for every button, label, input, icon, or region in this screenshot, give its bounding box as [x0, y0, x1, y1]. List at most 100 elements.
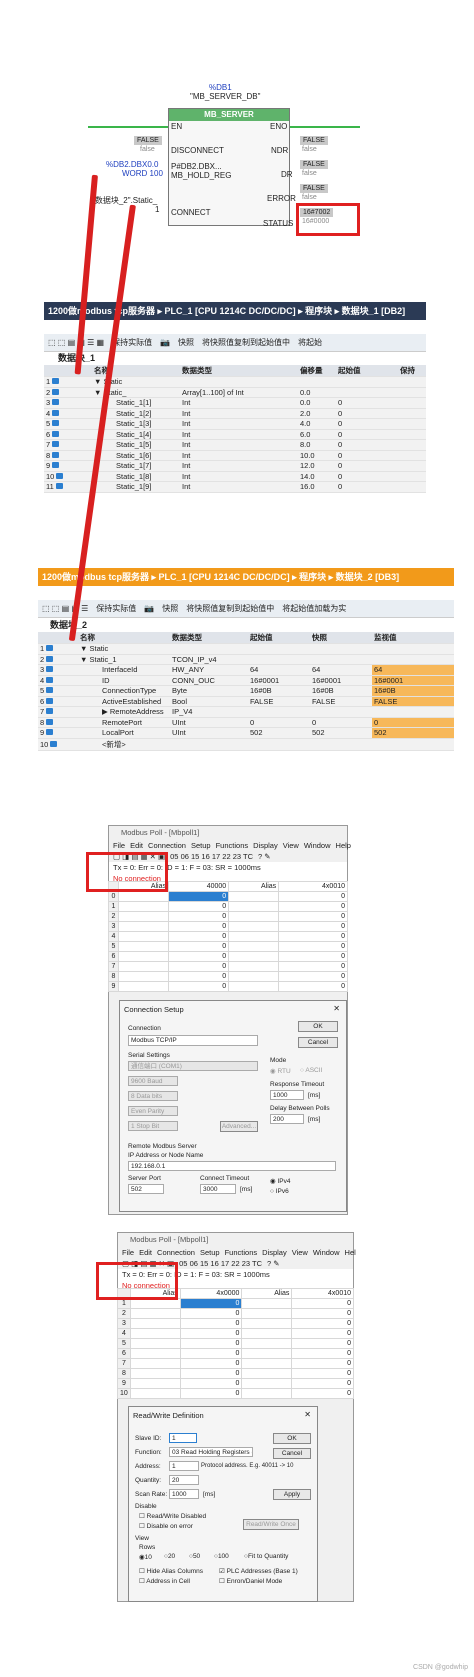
- db1-load-start-button[interactable]: 将起始: [298, 338, 322, 347]
- value-cell[interactable]: 0: [179, 1348, 243, 1359]
- table-row[interactable]: 3 InterfaceId HW_ANY 64 64 64: [38, 664, 454, 676]
- retain-checkbox[interactable]: [398, 439, 426, 451]
- value-cell[interactable]: 0: [278, 941, 348, 952]
- table-row[interactable]: 4 ID CONN_OUC 16#0001 16#0001 16#0001: [38, 675, 454, 686]
- poll2-function-codes[interactable]: 05 06 15 16 17 22 23 TC: [179, 1259, 262, 1268]
- alias-cell[interactable]: [241, 1298, 293, 1309]
- value-cell[interactable]: 0: [278, 951, 348, 962]
- rows-50-radio[interactable]: ○50: [189, 1553, 200, 1560]
- rw-disabled-checkbox[interactable]: ☐ Read/Write Disabled: [139, 1512, 206, 1520]
- alias-cell[interactable]: [241, 1388, 293, 1399]
- alias-cell[interactable]: [129, 1378, 181, 1389]
- table-row[interactable]: 0 0 0: [108, 891, 348, 902]
- menu-item[interactable]: File: [122, 1248, 134, 1257]
- response-timeout-input[interactable]: 1000: [270, 1090, 304, 1100]
- value-cell[interactable]: 0: [179, 1308, 243, 1319]
- alias-cell[interactable]: [241, 1358, 293, 1369]
- value-cell[interactable]: 0: [291, 1298, 354, 1309]
- value-cell[interactable]: 0: [291, 1378, 354, 1389]
- cancel-button[interactable]: Cancel: [273, 1448, 311, 1459]
- server-port-input[interactable]: 502: [128, 1184, 164, 1194]
- baud-select[interactable]: 9600 Baud: [128, 1076, 178, 1086]
- db1-toolbar[interactable]: ⬚ ⬚ ▤ ▤ ☰ ▦ 保持实际值 📷 快照 将快照值复制到起始值中 将起始: [44, 334, 426, 352]
- slave-id-input[interactable]: 1: [169, 1433, 197, 1443]
- rows-10-radio[interactable]: ◉10: [139, 1553, 152, 1561]
- advanced-button[interactable]: Advanced...: [220, 1121, 258, 1132]
- table-row[interactable]: 10 0 0: [117, 1388, 354, 1399]
- menu-item[interactable]: Setup: [191, 841, 211, 850]
- menu-item[interactable]: Edit: [139, 1248, 152, 1257]
- alias-cell[interactable]: [118, 931, 169, 942]
- value-cell[interactable]: 0: [278, 971, 348, 982]
- table-row[interactable]: 6 ActiveEstablished Bool FALSE FALSE FALSE: [38, 696, 454, 707]
- alias-cell[interactable]: [129, 1388, 181, 1399]
- alias-cell[interactable]: [118, 901, 169, 912]
- value-cell[interactable]: 0: [291, 1338, 354, 1349]
- retain-checkbox[interactable]: [398, 418, 426, 430]
- retain-checkbox[interactable]: [398, 471, 426, 482]
- address-input[interactable]: 1: [169, 1461, 199, 1471]
- db2-table[interactable]: 名称 数据类型 起始值 快照 监视值 1 ▼ Static 2 ▼ Static_1 TCO…: [38, 632, 454, 751]
- menu-item[interactable]: Display: [253, 841, 278, 850]
- table-row[interactable]: 5 0 0: [117, 1338, 354, 1349]
- table-row[interactable]: 3 0 0: [117, 1318, 354, 1329]
- connection-select[interactable]: Modbus TCP/IP: [128, 1035, 258, 1046]
- table-row[interactable]: 1 0 0: [117, 1298, 354, 1309]
- table-row[interactable]: 2 0 0: [117, 1308, 354, 1319]
- menu-item[interactable]: Display: [262, 1248, 287, 1257]
- value-cell[interactable]: 0: [167, 921, 230, 932]
- alias-cell[interactable]: [129, 1328, 181, 1339]
- menu-item[interactable]: Hel: [345, 1248, 356, 1257]
- value-cell[interactable]: 0: [167, 951, 230, 962]
- delay-input[interactable]: 200: [270, 1114, 304, 1124]
- connect-timeout-input[interactable]: 3000: [200, 1184, 236, 1194]
- value-cell[interactable]: 0: [278, 931, 348, 942]
- poll1-menubar[interactable]: File Edit Connection Setup Functions Display V…: [109, 840, 351, 851]
- scan-rate-input[interactable]: 1000: [169, 1489, 199, 1499]
- menu-item[interactable]: Connection: [157, 1248, 195, 1257]
- value-cell[interactable]: 0: [179, 1358, 243, 1369]
- menu-item[interactable]: Connection: [148, 841, 186, 850]
- menu-item[interactable]: View: [283, 841, 299, 850]
- value-cell[interactable]: 0: [291, 1358, 354, 1369]
- ok-button[interactable]: OK: [273, 1433, 311, 1444]
- table-row[interactable]: 8 0 0: [108, 971, 348, 982]
- menu-item[interactable]: Functions: [216, 841, 249, 850]
- alias-cell[interactable]: [228, 971, 280, 982]
- alias-cell[interactable]: [241, 1338, 293, 1349]
- poll2-register-table[interactable]: Alias 4x0000 Alias 4x0010 1 0 0 2 0 0 3 0 0 4 0 0 5 0 0 6 0 0…: [117, 1288, 354, 1399]
- db2-copy-snapshot-button[interactable]: 将快照值复制到起始值中: [186, 604, 274, 613]
- alias-cell[interactable]: [241, 1378, 293, 1389]
- menu-item[interactable]: Window: [313, 1248, 340, 1257]
- table-row[interactable]: 4 0 0: [117, 1328, 354, 1339]
- retain-checkbox[interactable]: [398, 481, 426, 493]
- table-row[interactable]: 9 Static_1[7] Int 12.0 0: [44, 460, 426, 472]
- function-select[interactable]: 03 Read Holding Registers (4x): [169, 1447, 253, 1457]
- db2-keep-actual-button[interactable]: 保持实际值: [96, 604, 136, 613]
- mode-rtu-radio[interactable]: ◉ RTU: [270, 1067, 291, 1075]
- alias-cell[interactable]: [118, 911, 169, 922]
- db1-keep-actual-button[interactable]: 保持实际值: [112, 338, 152, 347]
- alias-cell[interactable]: [118, 961, 169, 972]
- retain-checkbox[interactable]: [398, 387, 426, 398]
- alias-cell[interactable]: [129, 1368, 181, 1379]
- alias-cell[interactable]: [129, 1308, 181, 1319]
- value-cell[interactable]: 0: [179, 1378, 243, 1389]
- fit-quantity-radio[interactable]: ○Fit to Quantity: [244, 1553, 288, 1560]
- menu-item[interactable]: Window: [304, 841, 331, 850]
- retain-checkbox[interactable]: [398, 429, 426, 440]
- alias-cell[interactable]: [228, 941, 280, 952]
- value-cell[interactable]: 0: [278, 911, 348, 922]
- table-row[interactable]: 7 0 0: [117, 1358, 354, 1369]
- read-write-once-button[interactable]: Read/Write Once: [243, 1519, 299, 1530]
- menu-item[interactable]: Edit: [130, 841, 143, 850]
- read-write-definition-dialog[interactable]: Read/Write Definition ✕ Slave ID: 1 Func…: [128, 1406, 318, 1602]
- alias-cell[interactable]: [241, 1308, 293, 1319]
- alias-cell[interactable]: [228, 961, 280, 972]
- table-row[interactable]: 10 <新增>: [38, 738, 454, 751]
- ok-button[interactable]: OK: [298, 1021, 338, 1032]
- poll1-register-table[interactable]: Alias 40000 Alias 4x0010 0 0 0 1 0 0 2 0 0 3 0 0 4 0 0 5 0 0 6…: [108, 881, 348, 992]
- db1-copy-snapshot-button[interactable]: 将快照值复制到起始值中: [202, 338, 290, 347]
- value-cell[interactable]: 0: [179, 1318, 243, 1329]
- value-cell[interactable]: 0: [179, 1328, 243, 1339]
